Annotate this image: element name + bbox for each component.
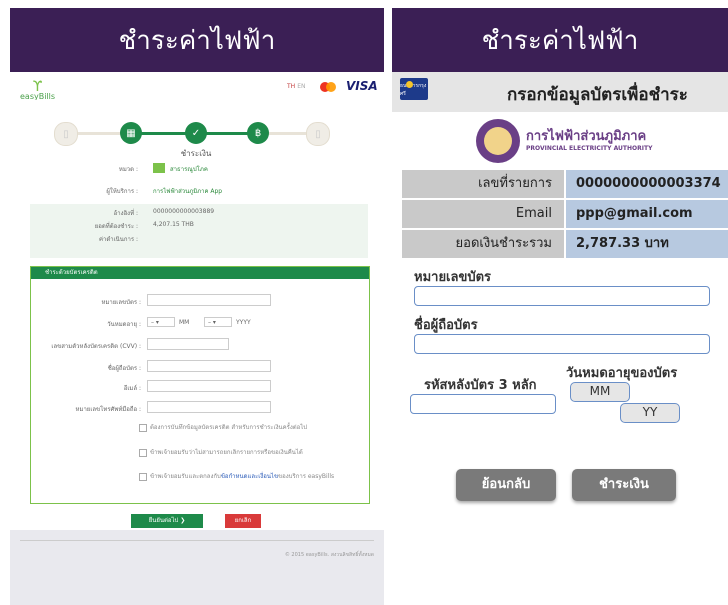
holder-input[interactable] (147, 360, 271, 372)
easybills-logo: ϒeasyBills (20, 79, 56, 101)
table-row: ยอดเงินชำระรวม 2,787.33 บาท (402, 230, 728, 258)
bank-payment-panel: ชำระค่าไฟฟ้า ธนาคารกรุงศรี กรอกข้อมูลบัต… (392, 8, 728, 605)
visa-logo: VISA (346, 79, 378, 93)
easybills-header: ϒeasyBills TH EN VISA (10, 72, 384, 101)
cc-number-input[interactable] (147, 294, 271, 306)
bank-logo: ธนาคารกรุงศรี (400, 78, 428, 100)
language-switch[interactable]: TH EN (287, 83, 305, 90)
org-name-th: การไฟฟ้าส่วนภูมิภาค (526, 129, 647, 144)
phone-input[interactable] (147, 401, 271, 413)
save-card-option[interactable]: ต้องการบันทึกข้อมูลบัตรเครดิต สำหรับการช… (139, 422, 361, 432)
pea-seal-icon (476, 119, 520, 163)
back-button[interactable]: ย้อนกลับ (456, 469, 556, 501)
right-title: ชำระค่าไฟฟ้า (392, 8, 728, 72)
amount-label: ยอดที่ต้องชำระ : (94, 223, 138, 230)
lang-th[interactable]: TH (287, 83, 295, 90)
mastercard-icon (320, 82, 336, 92)
step-receipt-icon: ▯ (306, 122, 330, 146)
easybills-panel: ชำระค่าไฟฟ้า ϒeasyBills TH EN VISA ▯ ▦ ✓ … (10, 8, 384, 605)
cvv-label: เลขสามตัวหลังบัตรเครดิต (CVV) : (51, 343, 141, 350)
cc-month-text: MM (179, 319, 190, 326)
left-title: ชำระค่าไฟฟ้า (10, 8, 384, 72)
pea-logo: การไฟฟ้าส่วนภูมิภาค PROVINCIAL ELECTRICI… (476, 119, 676, 163)
holder-label: ชื่อผู้ถือบัตร : (107, 365, 141, 372)
cc-form-header: ชำระด้วยบัตรเครดิต (31, 267, 369, 279)
terms-link[interactable]: ข้อกำหนดและเงื่อนไข (221, 473, 278, 480)
lang-en[interactable]: EN (297, 83, 305, 90)
fee-label: ค่าดำเนินการ : (98, 236, 138, 243)
credit-card-form: ชำระด้วยบัตรเครดิต หมายเลขบัตร : วันหมดอ… (30, 266, 370, 504)
card-number-label: หมายเลขบัตร (414, 270, 492, 285)
step-1-icon: ▯ (54, 122, 78, 146)
org-name-en: PROVINCIAL ELECTRICITY AUTHORITY (526, 145, 653, 152)
pay-button[interactable]: ชำระเงิน (572, 469, 676, 501)
cc-year-text: YYYY (236, 319, 251, 326)
cancel-button[interactable]: ยกเลิก (225, 514, 261, 528)
holder-name-input[interactable] (414, 334, 710, 354)
no-refund-checkbox[interactable] (139, 448, 147, 457)
save-card-checkbox[interactable] (139, 423, 147, 432)
table-row: Email ppp@gmail.com (402, 200, 728, 228)
payment-title: กรอกข้อมูลบัตรเพื่อชำระ (507, 85, 688, 105)
phone-label: หมายเลขโทรศัพท์มือถือ : (75, 406, 141, 413)
provider-label: ผู้ให้บริการ : (106, 188, 138, 195)
payment-header: ธนาคารกรุงศรี กรอกข้อมูลบัตรเพื่อชำระ (392, 72, 728, 112)
expiry-label: วันหมดอายุของบัตร (566, 366, 678, 381)
expiry-year-select[interactable]: YY (620, 403, 680, 423)
no-refund-option[interactable]: ข้าพเจ้ายอมรับว่าไม่สามารถยกเลิกรายการหร… (139, 447, 361, 457)
ref-label: อ้างอิงที่ : (113, 210, 138, 217)
terms-option[interactable]: ข้าพเจ้ายอมรับและตกลงกับข้อกำหนดและเงื่อ… (139, 471, 361, 481)
ref-value: 0000000000003889 (153, 208, 215, 215)
confirm-next-button[interactable]: ยืนยันต่อไป ❯ (131, 514, 203, 528)
cvv-input[interactable] (147, 338, 229, 350)
cc-month-select[interactable]: – ▾ (147, 317, 175, 327)
card-number-input[interactable] (414, 286, 710, 306)
category-value: สาธารณูปโภค (170, 166, 208, 173)
holder-name-label: ชื่อผู้ถือบัตร (414, 318, 478, 333)
cvv-input[interactable] (410, 394, 556, 414)
expiry-month-select[interactable]: MM (570, 382, 630, 402)
cvv-label: รหัสหลังบัตร 3 หลัก (424, 378, 537, 393)
amount-value: 4,207.15 THB (153, 221, 194, 228)
provider-value: การไฟฟ้าส่วนภูมิภาค App (153, 188, 223, 195)
table-row: เลขที่รายการ 0000000000003374 (402, 170, 728, 198)
footer-copyright: © 2015 easyBills. สงวนลิขสิทธิ์ทั้งหมด (284, 552, 374, 558)
step-baht-icon: ฿ (247, 122, 269, 144)
cc-number-label: หมายเลขบัตร : (101, 299, 141, 306)
step-grid-icon: ▦ (120, 122, 142, 144)
step-check-icon: ✓ (185, 122, 207, 144)
step-label: ชำระเงิน (180, 149, 212, 158)
utility-icon (153, 163, 165, 173)
email-label: อีเมล์ : (123, 385, 141, 392)
easybills-body: ▯ ▦ ✓ ฿ ▯ ชำระเงิน หมวด : สาธารณูปโภค ผู… (10, 100, 384, 530)
terms-checkbox[interactable] (139, 472, 147, 481)
cc-expiry-label: วันหมดอายุ : (107, 321, 141, 328)
category-label: หมวด : (118, 166, 138, 173)
cc-year-select[interactable]: – ▾ (204, 317, 232, 327)
email-input[interactable] (147, 380, 271, 392)
footer-divider (20, 540, 374, 541)
